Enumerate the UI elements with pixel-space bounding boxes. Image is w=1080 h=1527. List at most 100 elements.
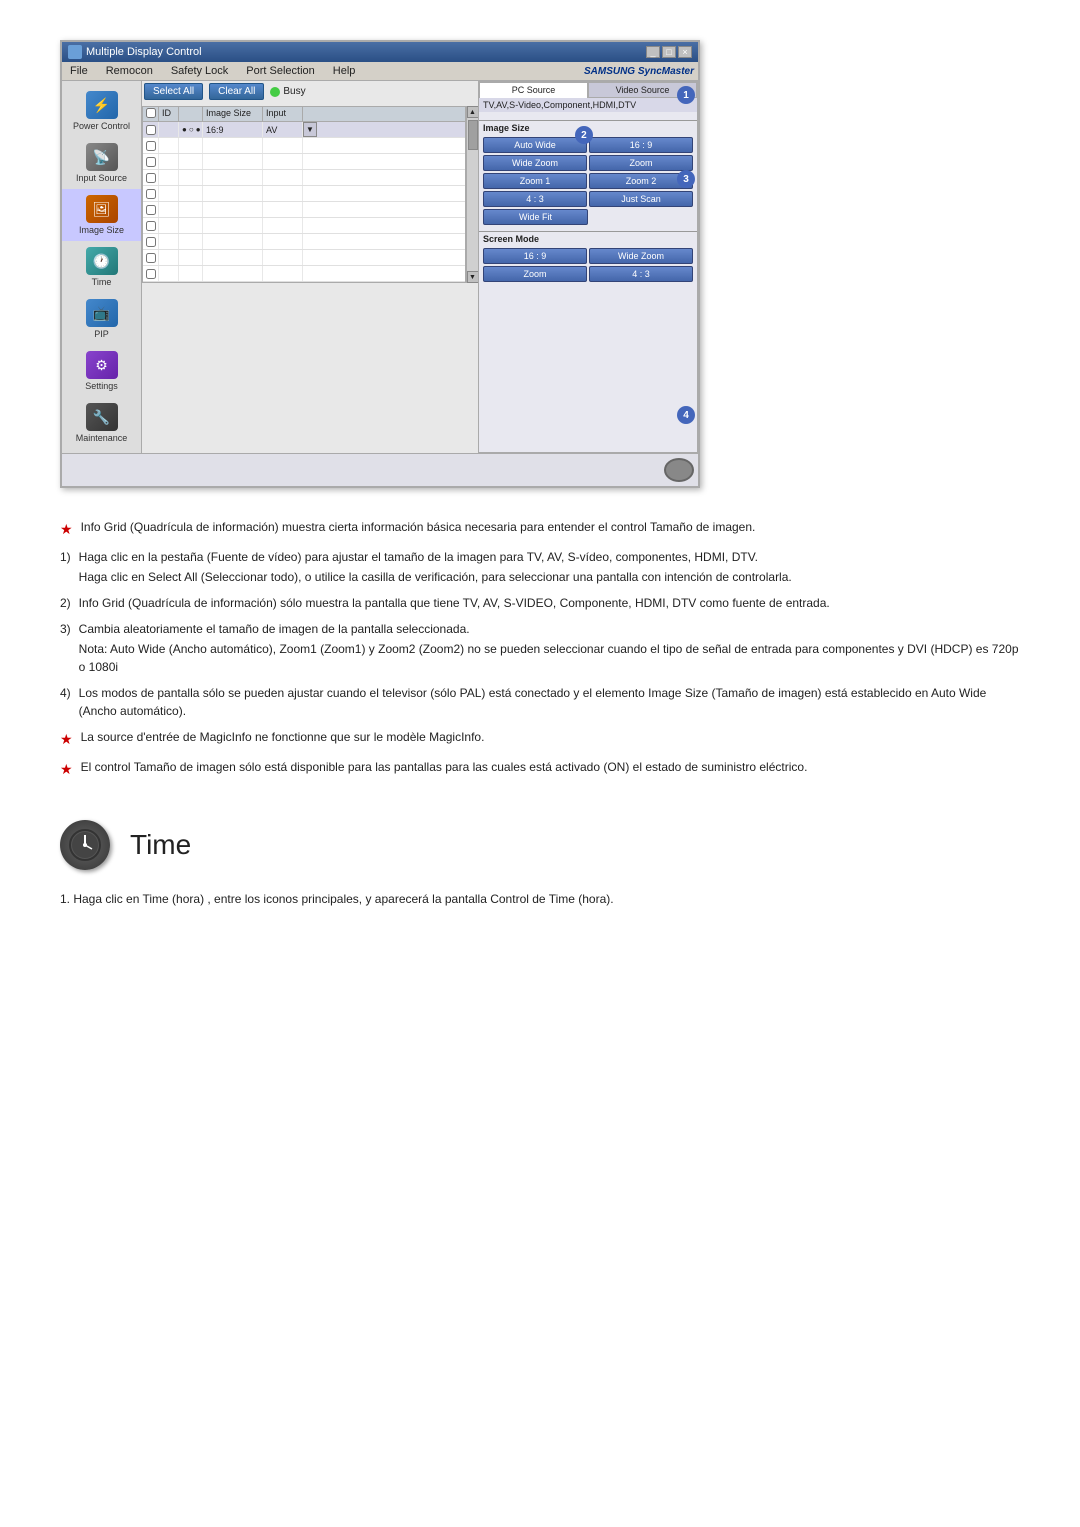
notes-section: ★ Info Grid (Quadrícula de información) … <box>60 518 1020 780</box>
select-all-button[interactable]: Select All <box>144 83 203 100</box>
input-icon: 📡 <box>86 143 118 171</box>
power-icon: ⚡ <box>86 91 118 119</box>
sidebar-item-maintenance[interactable]: 🔧 Maintenance <box>62 397 141 449</box>
sidebar-item-settings[interactable]: ⚙ Settings <box>62 345 141 397</box>
note-4-text: Los modos de pantalla sólo se pueden aju… <box>79 684 1020 720</box>
table-row <box>143 138 465 154</box>
table-row <box>143 234 465 250</box>
sidebar-item-input[interactable]: 📡 Input Source <box>62 137 141 189</box>
menu-safety-lock[interactable]: Safety Lock <box>167 64 232 78</box>
btn-wide-fit[interactable]: Wide Fit <box>483 209 588 225</box>
sidebar-item-power[interactable]: ⚡ Power Control <box>62 85 141 137</box>
sidebar-item-time[interactable]: 🕐 Time <box>62 241 141 293</box>
screen-mode-label: Screen Mode <box>483 234 539 244</box>
time-note: 1. Haga clic en Time (hora) , entre los … <box>60 890 1020 908</box>
bottom-panel <box>62 453 698 486</box>
note-1-subtext: Haga clic en Select All (Seleccionar tod… <box>79 568 1020 586</box>
btn-zoom[interactable]: Zoom <box>589 155 693 171</box>
note-3-text: Cambia aleatoriamente el tamaño de image… <box>79 620 1020 638</box>
header-imagesize: Image Size <box>203 107 263 121</box>
select-all-checkbox[interactable] <box>146 108 156 118</box>
note-1-content: Haga clic en la pestaña (Fuente de vídeo… <box>79 548 1020 586</box>
time-note-item: 1. Haga clic en Time (hora) , entre los … <box>60 890 1020 908</box>
badge-1: 1 <box>677 86 695 104</box>
menu-remocon[interactable]: Remocon <box>102 64 157 78</box>
apply-button[interactable] <box>664 458 694 482</box>
badge-2: 2 <box>575 126 593 144</box>
table-row <box>143 154 465 170</box>
busy-indicator: Busy <box>270 86 305 97</box>
vertical-scrollbar[interactable]: ▲ ▼ <box>466 106 478 283</box>
header-checkbox <box>143 107 159 121</box>
btn-screen-zoom[interactable]: Zoom <box>483 266 587 282</box>
pip-icon: 📺 <box>86 299 118 327</box>
window-title: Multiple Display Control <box>86 46 202 58</box>
minimize-button[interactable]: _ <box>646 46 660 58</box>
imagesize-icon: 🖼 <box>86 195 118 223</box>
source-info-text: TV,AV,S-Video,Component,HDMI,DTV <box>479 98 697 112</box>
image-size-label: Image Size <box>483 123 530 133</box>
btn-wide-zoom[interactable]: Wide Zoom <box>483 155 587 171</box>
note-3-subtext: Nota: Auto Wide (Ancho automático), Zoom… <box>79 640 1020 676</box>
toolbar: Select All Clear All Busy <box>142 81 478 102</box>
time-section: Time <box>60 820 1020 870</box>
screen-mode-section-title: Screen Mode <box>479 231 697 246</box>
menu-help[interactable]: Help <box>329 64 360 78</box>
table-row <box>143 266 465 282</box>
info-panel: 1 PC Source Video Source TV,AV,S-Video,C… <box>478 81 698 453</box>
samsung-logo: SAMSUNG SyncMaster <box>584 66 694 77</box>
table-row <box>143 170 465 186</box>
sidebar-label-imagesize: Image Size <box>79 225 124 235</box>
busy-dot <box>270 87 280 97</box>
scroll-thumb[interactable] <box>468 120 478 150</box>
sidebar-label-maintenance: Maintenance <box>76 433 128 443</box>
table-row <box>143 202 465 218</box>
dropdown-arrow[interactable]: ▼ <box>303 122 317 137</box>
center-panel: Select All Clear All Busy <box>142 81 478 453</box>
btn-screen-4-3[interactable]: 4 : 3 <box>589 266 693 282</box>
table-row <box>143 250 465 266</box>
btn-screen-16-9[interactable]: 16 : 9 <box>483 248 587 264</box>
sidebar-item-pip[interactable]: 📺 PIP <box>62 293 141 345</box>
note-4: 4) Los modos de pantalla sólo se pueden … <box>60 684 1020 720</box>
maximize-button[interactable]: □ <box>662 46 676 58</box>
btn-zoom1[interactable]: Zoom 1 <box>483 173 587 189</box>
sidebar-item-imagesize[interactable]: 🖼 Image Size <box>62 189 141 241</box>
scroll-down-button[interactable]: ▼ <box>467 271 479 283</box>
maintenance-icon: 🔧 <box>86 403 118 431</box>
clear-all-button[interactable]: Clear All <box>209 83 264 100</box>
window-icon <box>68 45 82 59</box>
scroll-up-button[interactable]: ▲ <box>467 106 479 118</box>
btn-auto-wide[interactable]: Auto Wide <box>483 137 587 153</box>
note-number-3: 3) <box>60 620 71 676</box>
main-area: ⚡ Power Control 📡 Input Source 🖼 Image S… <box>62 81 698 453</box>
note-2-text: Info Grid (Quadrícula de información) só… <box>79 594 1020 612</box>
note-star-3: ★ El control Tamaño de imagen sólo está … <box>60 758 1020 780</box>
header-id: ID <box>159 107 179 121</box>
note-star-1: ★ Info Grid (Quadrícula de información) … <box>60 518 1020 540</box>
tab-pc-source[interactable]: PC Source <box>479 82 588 98</box>
btn-16-9[interactable]: 16 : 9 <box>589 137 693 153</box>
btn-screen-wide-zoom[interactable]: Wide Zoom <box>589 248 693 264</box>
header-status <box>179 107 203 121</box>
btn-4-3[interactable]: 4 : 3 <box>483 191 587 207</box>
close-button[interactable]: × <box>678 46 692 58</box>
title-bar-controls[interactable]: _ □ × <box>646 46 692 58</box>
time-note-text: 1. Haga clic en Time (hora) , entre los … <box>60 890 1020 908</box>
btn-just-scan[interactable]: Just Scan <box>589 191 693 207</box>
menu-file[interactable]: File <box>66 64 92 78</box>
row-checkbox-0[interactable] <box>146 125 156 135</box>
menu-port-selection[interactable]: Port Selection <box>242 64 318 78</box>
data-grid: ID Image Size Input ● <box>142 106 466 283</box>
screen-mode-buttons: 16 : 9 Wide Zoom Zoom 4 : 3 <box>479 246 697 284</box>
star-icon-1: ★ <box>60 519 73 540</box>
sidebar: ⚡ Power Control 📡 Input Source 🖼 Image S… <box>62 81 142 453</box>
header-input: Input <box>263 107 303 121</box>
settings-icon: ⚙ <box>86 351 118 379</box>
note-number-2: 2) <box>60 594 71 612</box>
note-3: 3) Cambia aleatoriamente el tamaño de im… <box>60 620 1020 676</box>
note-number-1: 1) <box>60 548 71 586</box>
grid-header-row: ID Image Size Input <box>143 107 465 122</box>
image-size-buttons: Auto Wide 16 : 9 Wide Zoom Zoom Zoom 1 Z… <box>479 135 697 209</box>
note-star-2: ★ La source d'entrée de MagicInfo ne fon… <box>60 728 1020 750</box>
